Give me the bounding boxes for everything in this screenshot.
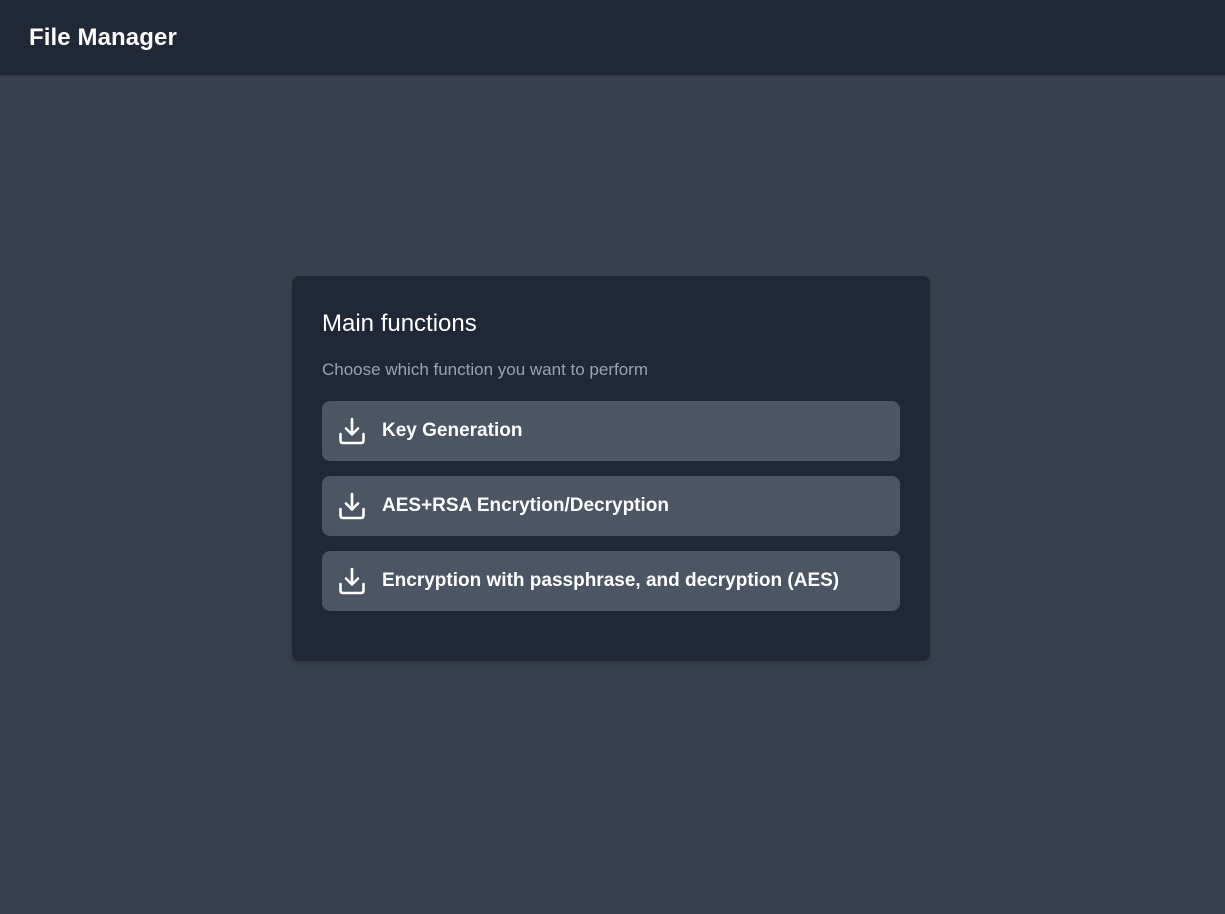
app-title: File Manager	[29, 23, 177, 51]
passphrase-encryption-label: Encryption with passphrase, and decrypti…	[382, 570, 840, 591]
download-icon	[337, 566, 367, 596]
panel-title: Main functions	[322, 310, 477, 337]
download-icon	[337, 416, 367, 446]
download-icon	[337, 491, 367, 521]
passphrase-encryption-button[interactable]: Encryption with passphrase, and decrypti…	[322, 551, 900, 611]
key-generation-label: Key Generation	[382, 420, 523, 441]
app-header: File Manager	[0, 0, 1225, 75]
key-generation-button[interactable]: Key Generation	[322, 401, 900, 461]
aes-rsa-encryption-button[interactable]: AES+RSA Encrytion/Decryption	[322, 476, 900, 536]
panel-subtitle: Choose which function you want to perfor…	[322, 360, 649, 379]
main-functions-panel: Main functions Choose which function you…	[292, 276, 930, 661]
aes-rsa-encryption-label: AES+RSA Encrytion/Decryption	[382, 495, 669, 516]
